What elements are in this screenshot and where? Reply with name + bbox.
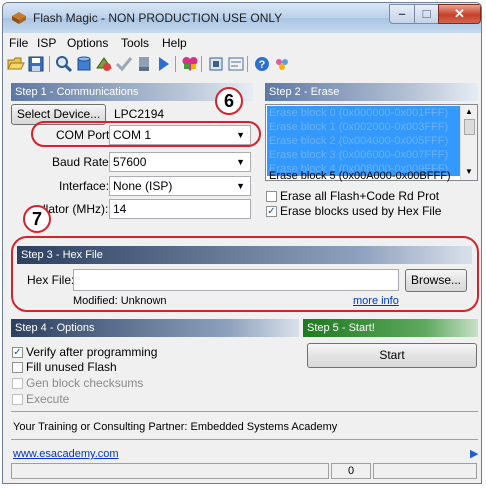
play-arrow-icon[interactable]: ▶ [470,447,478,460]
interface-select[interactable]: None (ISP) ▼ [109,176,251,196]
interface-value: None (ISP) [113,179,173,193]
database-icon[interactable] [75,55,93,73]
erase-used-checkbox[interactable]: ✓ [266,206,277,217]
flash-magic-app-icon [12,12,26,24]
step5-header: Step 5 - Start! [303,319,478,337]
close-icon: ✕ [454,6,465,21]
status-counter: 0 [331,463,371,479]
hex-view-icon[interactable] [227,55,245,73]
annotation-marker-6: 6 [215,87,243,115]
flash-magic-window: Flash Magic - NON PRODUCTION USE ONLY – … [2,2,482,484]
menu-bar: File ISP Options Tools Help [3,33,481,53]
divider [11,439,478,440]
toolbar-separator [247,56,248,72]
oscillator-label: llator (MHz): [43,202,109,216]
open-folder-icon[interactable] [7,55,25,73]
gen-checksums-label: Gen block checksums [26,376,144,390]
community-icon[interactable] [273,55,291,73]
oscillator-input[interactable]: 14 [109,199,251,219]
chevron-down-icon: ▼ [236,181,245,191]
chevron-down-icon: ▼ [236,157,245,167]
menu-options[interactable]: Options [67,36,108,50]
help-icon[interactable]: ? [253,55,271,73]
chip-icon[interactable] [207,55,225,73]
step2-header: Step 2 - Erase [265,83,478,101]
menu-isp[interactable]: ISP [37,36,56,50]
erase-all-checkbox[interactable] [266,191,277,202]
erase-all-label: Erase all Flash+Code Rd Prot [280,189,440,203]
step4-header: Step 4 - Options [11,319,299,337]
execute-label: Execute [26,392,70,406]
toolbar: ? [3,53,481,75]
device-name: LPC2194 [114,107,165,121]
scroll-down-icon[interactable]: ▼ [465,167,473,176]
execute-checkbox[interactable] [12,394,23,405]
list-item[interactable]: Erase block 5 (0x00A000-0x00BFFF) [267,169,459,183]
erase-icon[interactable] [135,55,153,73]
baud-rate-value: 57600 [113,155,147,169]
interface-label: Interface: [59,179,110,193]
menu-help[interactable]: Help [162,36,187,50]
hex-file-highlight [11,236,479,312]
blank-check-icon[interactable] [95,55,113,73]
baud-rate-select[interactable]: 57600 ▼ [109,152,251,172]
window-title: Flash Magic - NON PRODUCTION USE ONLY [33,11,283,25]
list-item[interactable]: Erase block 2 (0x004000-0x005FFF) [267,134,465,148]
verify-label: Verify after programming [26,345,158,359]
fill-unused-checkbox[interactable] [12,362,23,373]
verify-checkmark-icon[interactable] [115,55,133,73]
status-message-cell [11,463,329,479]
toolbar-separator [201,56,202,72]
baud-rate-label: Baud Rate: [52,155,113,169]
esacademy-link[interactable]: www.esacademy.com [13,448,119,460]
minimize-button[interactable]: – [389,4,415,24]
close-button[interactable]: ✕ [438,4,481,24]
com-port-highlight [31,121,261,147]
go-arrow-icon[interactable] [155,55,173,73]
toolbar-separator [49,56,50,72]
list-item[interactable]: Erase block 1 (0x002000-0x003FFF) [267,120,465,134]
title-bar[interactable]: Flash Magic - NON PRODUCTION USE ONLY – … [3,3,481,33]
scroll-thumb[interactable] [464,119,475,135]
minimize-icon: – [398,6,406,21]
start-button[interactable]: Start [307,343,477,368]
menu-file[interactable]: File [9,36,28,50]
heart-icon[interactable] [181,55,199,73]
verify-checkbox[interactable]: ✓ [12,347,23,358]
save-icon[interactable] [27,55,45,73]
toolbar-separator [175,56,176,72]
maximize-icon: □ [422,6,431,21]
progress-bar [373,463,477,479]
list-item[interactable]: Erase block 0 (0x000000-0x001FFF) [267,106,465,120]
erase-used-label: Erase blocks used by Hex File [280,204,442,218]
oscillator-value: 14 [113,202,127,216]
fill-unused-label: Fill unused Flash [26,360,117,374]
maximize-button[interactable]: □ [414,4,439,24]
menu-tools[interactable]: Tools [121,36,149,50]
partner-text: Your Training or Consulting Partner: Emb… [13,421,338,433]
svg-text:?: ? [259,59,266,71]
status-bar: 0 [11,463,478,481]
list-item[interactable]: Erase block 3 (0x006000-0x007FFF) [267,148,465,162]
annotation-marker-7: 7 [23,205,51,233]
divider [11,411,478,412]
gen-checksums-checkbox[interactable] [12,378,23,389]
list-scrollbar[interactable]: ▲ ▼ [460,105,477,180]
scroll-up-icon[interactable]: ▲ [465,107,473,116]
search-icon[interactable] [55,55,73,73]
